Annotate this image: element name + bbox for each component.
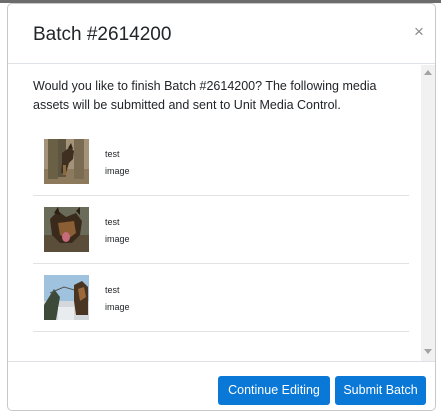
- modal-title: Batch #2614200: [33, 24, 172, 45]
- modal-body[interactable]: Would you like to finish Batch #2614200?…: [8, 65, 435, 361]
- media-item-text: test image: [105, 146, 130, 180]
- dog-outdoor-image: [44, 275, 89, 320]
- media-item-title: test: [105, 149, 120, 159]
- media-item-type: image: [105, 302, 130, 312]
- modal-header: Batch #2614200 ×: [8, 4, 435, 64]
- media-item-type: image: [105, 234, 130, 244]
- scroll-down-arrow-icon[interactable]: [424, 349, 432, 354]
- media-item-text: test image: [105, 214, 130, 248]
- intro-text: Would you like to finish Batch #2614200?…: [33, 79, 377, 112]
- media-item-title: test: [105, 285, 120, 295]
- modal-footer: Continue Editing Submit Batch: [8, 361, 435, 410]
- continue-editing-button[interactable]: Continue Editing: [218, 376, 330, 405]
- finish-batch-modal: Batch #2614200 × Would you like to finis…: [7, 3, 436, 411]
- submit-batch-button[interactable]: Submit Batch: [335, 376, 426, 405]
- media-item: test image: [33, 264, 409, 332]
- media-item-type: image: [105, 166, 130, 176]
- soldier-with-dog-image: [44, 139, 89, 184]
- media-item: test image: [33, 196, 409, 264]
- body-scrollbar[interactable]: [421, 65, 435, 361]
- media-item: test image: [33, 128, 409, 196]
- media-list: test image test image test image: [33, 128, 409, 332]
- media-item-title: test: [105, 217, 120, 227]
- close-icon[interactable]: ×: [411, 22, 427, 42]
- media-item-text: test image: [105, 282, 130, 316]
- german-shepherd-image: [44, 207, 89, 252]
- scroll-up-arrow-icon[interactable]: [424, 70, 432, 75]
